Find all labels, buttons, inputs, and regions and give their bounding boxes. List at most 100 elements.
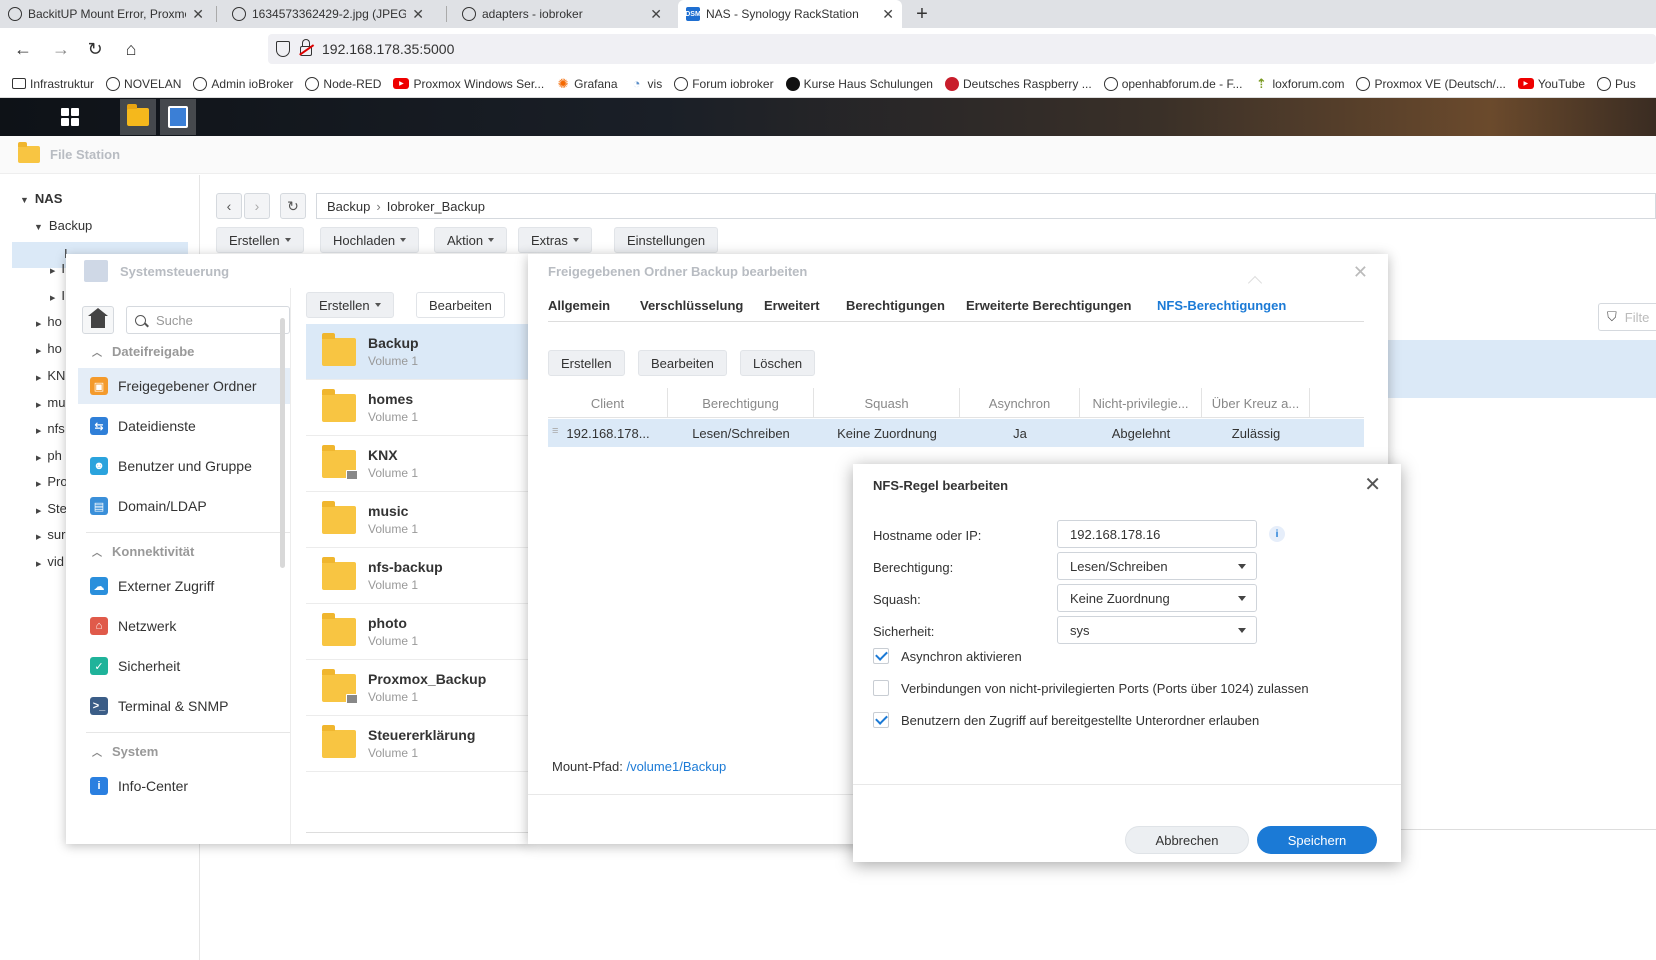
bookmark-item[interactable]: Admin ioBroker bbox=[193, 76, 293, 91]
breadcrumb-item[interactable]: Iobroker_Backup bbox=[387, 199, 485, 214]
list-item[interactable]: homes Volume 1 bbox=[306, 380, 530, 436]
erstellen-button[interactable]: Erstellen bbox=[216, 227, 304, 253]
list-item[interactable]: KNX Volume 1 bbox=[306, 436, 530, 492]
column-header[interactable]: Client bbox=[548, 388, 668, 418]
tree-item[interactable]: ▶ I bbox=[50, 261, 65, 276]
expand-right-icon[interactable]: ▶ bbox=[36, 480, 41, 488]
tab-item[interactable]: Allgemein bbox=[548, 298, 610, 313]
bookmark-item[interactable]: ⇡ loxforum.com bbox=[1254, 76, 1344, 91]
home-button[interactable] bbox=[82, 306, 114, 334]
expand-right-icon[interactable]: ▶ bbox=[36, 533, 41, 541]
nav-item[interactable]: ☻ Benutzer und Gruppe bbox=[78, 448, 290, 484]
browser-tab[interactable]: 1634573362429-2.jpg (JPEG-Grafik ✕ bbox=[224, 0, 432, 28]
tree-item[interactable]: ▶ vid bbox=[36, 554, 64, 569]
expand-right-icon[interactable]: ▶ bbox=[36, 560, 41, 568]
refresh-button[interactable]: ↻ bbox=[280, 193, 306, 219]
scrollbar[interactable] bbox=[280, 318, 285, 568]
bookmark-item[interactable]: openhabforum.de - F... bbox=[1103, 76, 1242, 91]
forward-button[interactable]: → bbox=[48, 36, 74, 62]
chevron-up-icon[interactable]: ︿ bbox=[92, 544, 102, 559]
erstellen-button[interactable]: Erstellen bbox=[306, 292, 394, 318]
bookmark-item[interactable]: ✺ Grafana bbox=[556, 76, 618, 91]
nav-item[interactable]: ⌂ Netzwerk bbox=[78, 608, 290, 644]
nav-item[interactable]: ✓ Sicherheit bbox=[78, 648, 290, 684]
tab-item[interactable]: Berechtigungen bbox=[846, 298, 945, 313]
tab-item[interactable]: Erweiterte Berechtigungen bbox=[966, 298, 1131, 313]
expand-down-icon[interactable]: ▼ bbox=[34, 222, 43, 232]
expand-right-icon[interactable]: ▶ bbox=[36, 401, 41, 409]
search-input[interactable]: Suche bbox=[126, 306, 290, 334]
forward-button[interactable]: › bbox=[244, 193, 270, 219]
column-header[interactable]: Berechtigung bbox=[668, 388, 814, 418]
nav-item[interactable]: ▤ Domain/LDAP bbox=[78, 488, 290, 524]
home-button[interactable]: ⌂ bbox=[118, 36, 144, 62]
info-icon[interactable]: i bbox=[1269, 526, 1285, 542]
browser-tab[interactable]: adapters - iobroker ✕ bbox=[454, 0, 670, 28]
checkbox-row[interactable]: Benutzern den Zugriff auf bereitgestellt… bbox=[873, 712, 1259, 728]
tree-item-nas[interactable]: ▼ NAS bbox=[20, 191, 62, 206]
bookmark-item[interactable]: Forum iobroker bbox=[674, 76, 774, 91]
mount-path-link[interactable]: /volume1/Backup bbox=[626, 759, 726, 774]
bookmark-item[interactable]: Deutsches Raspberry ... bbox=[944, 76, 1092, 91]
tab-item[interactable]: Verschlüsselung bbox=[640, 298, 743, 313]
checkbox[interactable] bbox=[873, 648, 889, 664]
extras-button[interactable]: Extras bbox=[518, 227, 592, 253]
url-text[interactable]: 192.168.178.35:5000 bbox=[322, 41, 454, 57]
column-header[interactable]: Squash bbox=[814, 388, 960, 418]
tree-item[interactable]: ▶ sur bbox=[36, 527, 65, 542]
tree-item[interactable]: ▶ mu bbox=[36, 395, 65, 410]
checkbox[interactable] bbox=[873, 680, 889, 696]
filter-button[interactable]: ⛉ Filte bbox=[1598, 303, 1656, 331]
back-button[interactable]: ← bbox=[10, 36, 36, 62]
expand-right-icon[interactable]: ▶ bbox=[36, 454, 41, 462]
column-header[interactable]: Asynchron bbox=[960, 388, 1080, 418]
save-button[interactable]: Speichern bbox=[1257, 826, 1377, 854]
squash-value[interactable]: Keine Zuordnung bbox=[1070, 591, 1170, 606]
bookmark-item[interactable]: ◔ vis bbox=[630, 76, 663, 91]
expand-right-icon[interactable]: ▶ bbox=[36, 507, 41, 515]
tree-item[interactable]: ▶ I bbox=[50, 288, 65, 303]
close-icon[interactable]: ✕ bbox=[882, 6, 894, 23]
nav-item[interactable]: ▣ Freigegebener Ordner bbox=[78, 368, 290, 404]
tree-item[interactable]: ▶ nfs bbox=[36, 421, 65, 436]
list-item[interactable]: Backup Volume 1 bbox=[306, 324, 530, 380]
permission-value[interactable]: Lesen/Schreiben bbox=[1070, 559, 1168, 574]
chevron-up-icon[interactable]: ︿ bbox=[92, 744, 102, 759]
expand-right-icon[interactable]: ▶ bbox=[50, 294, 55, 302]
tree-item[interactable]: ▶ Ste bbox=[36, 501, 67, 516]
bookmark-item[interactable]: Pus bbox=[1597, 76, 1636, 91]
reload-button[interactable]: ↻ bbox=[82, 36, 108, 62]
tree-item[interactable]: ▶ KN bbox=[36, 368, 65, 383]
security-select[interactable]: sys bbox=[1057, 616, 1257, 644]
close-icon[interactable]: ✕ bbox=[192, 6, 204, 23]
browser-tab-active[interactable]: DSM NAS - Synology RackStation ✕ bbox=[678, 0, 902, 28]
close-icon[interactable]: ✕ bbox=[650, 6, 662, 23]
loeschen-button[interactable]: Löschen bbox=[740, 350, 816, 376]
nav-item[interactable]: i Info-Center bbox=[78, 768, 290, 804]
tree-item[interactable]: ▶ ho bbox=[36, 314, 62, 329]
taskbar-file-station[interactable] bbox=[120, 99, 156, 135]
bookmark-item[interactable]: NOVELAN bbox=[106, 76, 181, 91]
expand-right-icon[interactable]: ▶ bbox=[36, 427, 41, 435]
expand-down-icon[interactable]: ▼ bbox=[20, 195, 29, 205]
section-header[interactable]: ︿ Dateifreigabe bbox=[92, 344, 194, 359]
hostname-input[interactable]: 192.168.178.16 bbox=[1057, 520, 1257, 548]
table-row[interactable]: ≡ 192.168.178... Lesen/Schreiben Keine Zuo… bbox=[548, 419, 1364, 447]
squash-select[interactable]: Keine Zuordnung bbox=[1057, 584, 1257, 612]
list-item[interactable]: Proxmox_Backup Volume 1 bbox=[306, 660, 530, 716]
tree-item[interactable]: ▶ Pro bbox=[36, 474, 68, 489]
erstellen-button[interactable]: Erstellen bbox=[548, 350, 625, 376]
bearbeiten-button[interactable]: Bearbeiten bbox=[638, 350, 727, 376]
taskbar-control-panel[interactable] bbox=[160, 99, 196, 135]
permission-select[interactable]: Lesen/Schreiben bbox=[1057, 552, 1257, 580]
tree-item[interactable]: ▶ ho bbox=[36, 341, 62, 356]
tree-item[interactable]: ▶ ph bbox=[36, 448, 62, 463]
browser-tab[interactable]: BackitUP Mount Error, Proxmox ✕ bbox=[0, 0, 212, 28]
list-item[interactable]: photo Volume 1 bbox=[306, 604, 530, 660]
security-value[interactable]: sys bbox=[1070, 623, 1090, 638]
section-header[interactable]: ︿ Konnektivität bbox=[92, 544, 194, 559]
bookmark-item[interactable]: Infrastruktur bbox=[12, 77, 94, 91]
breadcrumb-item[interactable]: Backup bbox=[327, 199, 370, 214]
breadcrumb[interactable]: Backup › Iobroker_Backup bbox=[316, 193, 1656, 219]
hostname-value[interactable]: 192.168.178.16 bbox=[1070, 527, 1160, 542]
